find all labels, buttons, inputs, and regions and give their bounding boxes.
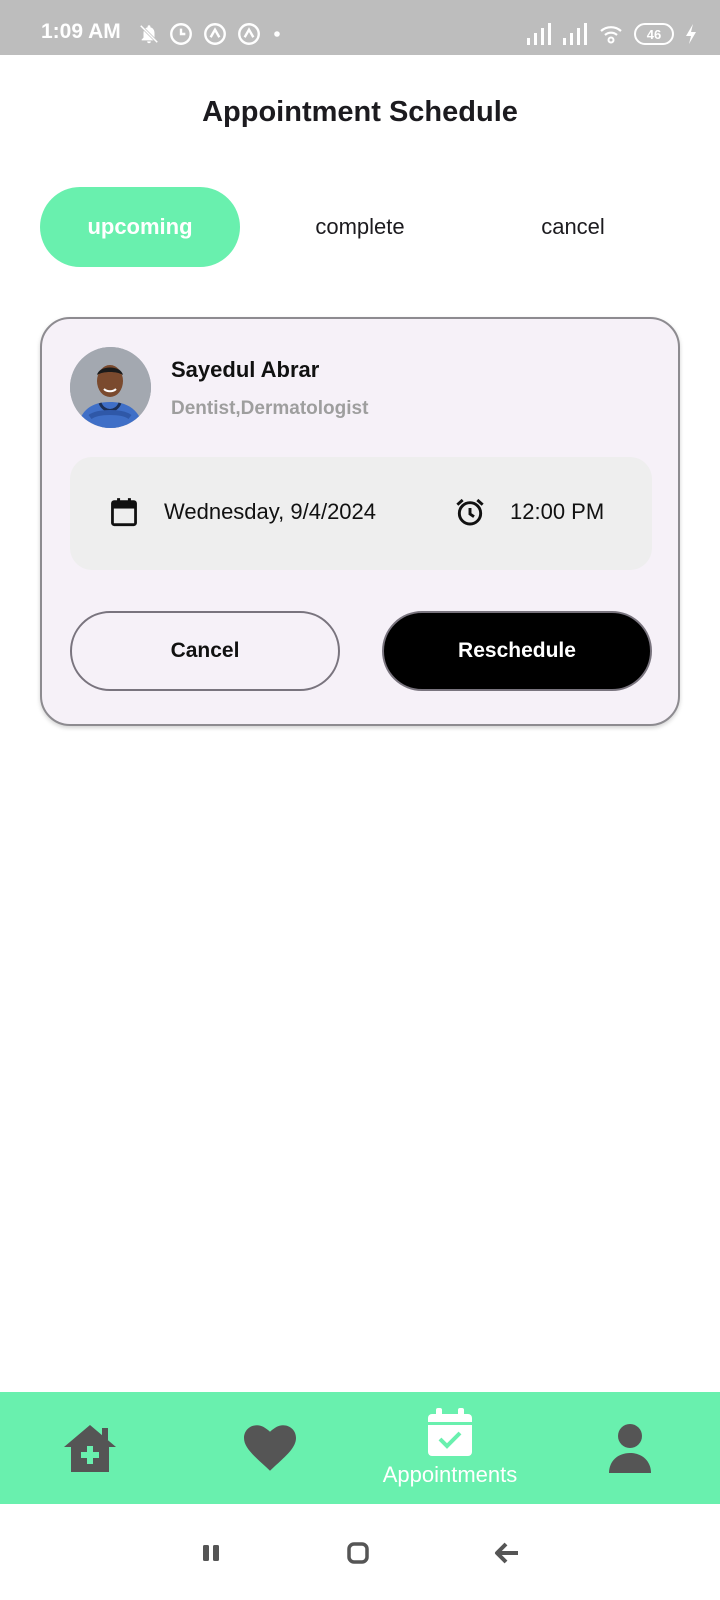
reschedule-button[interactable]: Reschedule <box>382 611 652 691</box>
calendar-check-icon <box>428 1408 472 1456</box>
wifi-icon <box>600 26 622 44</box>
person-icon <box>609 1424 651 1473</box>
back-button[interactable] <box>490 1536 524 1570</box>
battery-level: 46 <box>646 26 662 42</box>
signal-icon <box>563 23 587 45</box>
nav-favorites[interactable] <box>230 1392 310 1504</box>
doctor-specialty: Dentist,Dermatologist <box>171 398 369 419</box>
avatar <box>70 347 151 428</box>
app-icon <box>238 23 260 45</box>
recent-apps-icon <box>203 1545 219 1561</box>
charging-icon <box>686 24 696 44</box>
status-system-icons: 46 <box>526 20 698 48</box>
doctor-photo <box>70 347 151 428</box>
tab-complete[interactable]: complete <box>260 187 460 267</box>
battery-icon: 46 <box>634 23 674 45</box>
tab-upcoming[interactable]: upcoming <box>40 187 240 267</box>
nav-home[interactable] <box>50 1392 130 1504</box>
status-bar: 1:09 AM 46 <box>0 0 720 55</box>
nav-appointments[interactable]: Appointments <box>360 1392 540 1504</box>
back-arrow-icon <box>495 1542 518 1564</box>
recent-apps-button[interactable] <box>194 1536 228 1570</box>
tab-cancel[interactable]: cancel <box>473 187 673 267</box>
appointment-card: Sayedul Abrar Dentist,Dermatologist Wedn… <box>40 317 680 726</box>
bottom-nav: Appointments <box>0 1392 720 1504</box>
home-circle-icon <box>347 1542 369 1564</box>
status-time: 1:09 AM <box>41 20 121 43</box>
system-nav-bar <box>0 1504 720 1600</box>
app-icon <box>204 23 226 45</box>
nav-appointments-label: Appointments <box>382 1462 518 1487</box>
signal-icon <box>527 23 551 45</box>
nav-profile[interactable] <box>590 1392 670 1504</box>
home-medical-icon <box>64 1425 116 1472</box>
bell-off-icon <box>139 24 159 44</box>
calendar-icon <box>111 498 137 527</box>
alarm-icon <box>456 498 484 526</box>
home-button[interactable] <box>341 1536 375 1570</box>
dot-icon <box>274 31 280 37</box>
schedule-box: Wednesday, 9/4/2024 12:00 PM <box>70 457 652 570</box>
appointment-time: 12:00 PM <box>510 499 605 524</box>
doctor-name: Sayedul Abrar <box>171 357 320 382</box>
appointment-date: Wednesday, 9/4/2024 <box>164 499 377 524</box>
status-notification-icons <box>138 20 284 48</box>
clock-icon <box>170 23 192 45</box>
page-title: Appointment Schedule <box>202 96 518 128</box>
heart-icon <box>244 1425 296 1471</box>
cancel-button[interactable]: Cancel <box>70 611 340 691</box>
